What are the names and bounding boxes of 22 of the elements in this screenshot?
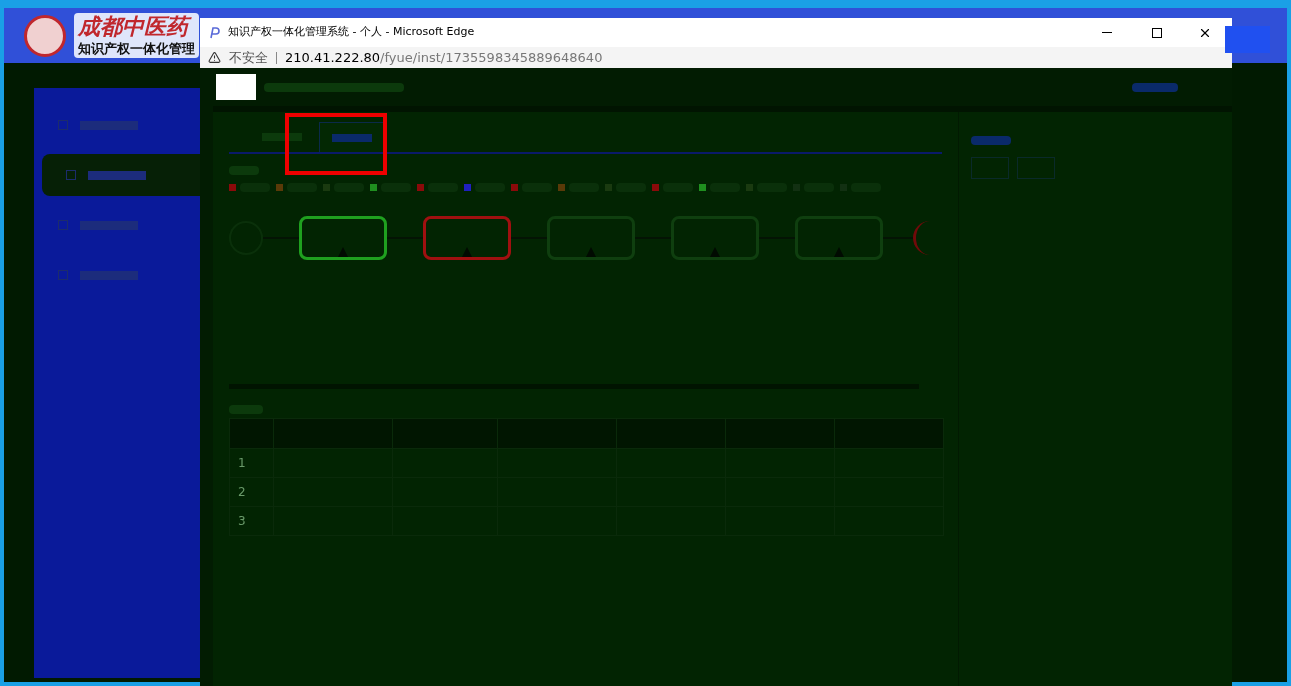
system-subtitle: 知识产权一体化管理 <box>78 39 195 58</box>
url-text[interactable]: 210.41.222.80/fyue/inst/1735598345889648640 <box>285 47 603 68</box>
start-event-icon <box>229 221 263 255</box>
action-button[interactable] <box>1017 157 1055 179</box>
sidebar-item[interactable] <box>42 154 200 196</box>
row-number: 3 <box>238 514 246 528</box>
row-number: 1 <box>238 456 246 470</box>
minimize-icon[interactable] <box>1102 32 1112 33</box>
action-button[interactable] <box>971 157 1009 179</box>
window-title: 知识产权一体化管理系统 - 个人 - Microsoft Edge <box>228 24 475 41</box>
maximize-icon[interactable] <box>1152 27 1162 38</box>
tab[interactable] <box>319 122 385 152</box>
corner-patch <box>1225 26 1270 53</box>
obscured-text <box>1132 82 1178 92</box>
security-label: 不安全 <box>229 48 268 67</box>
emblem-icon <box>24 14 66 57</box>
warning-icon <box>208 51 221 64</box>
obscured-text <box>971 136 1011 145</box>
app-icon <box>208 26 220 39</box>
university-logo-text: 成都中医药 <box>78 12 195 39</box>
redaction-block <box>216 74 256 100</box>
row-number: 2 <box>238 485 246 499</box>
